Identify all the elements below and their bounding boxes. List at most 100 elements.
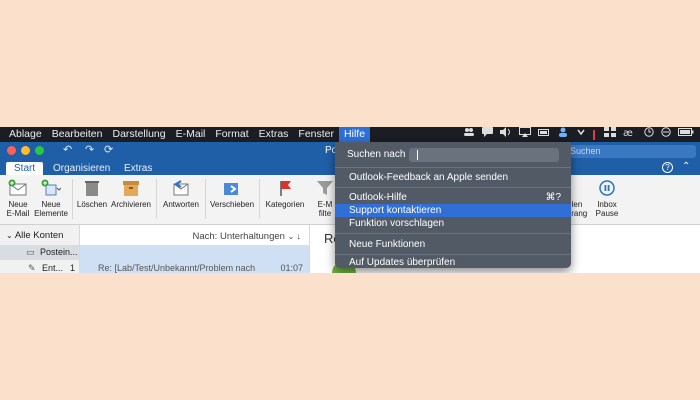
new-items-label-2: Elemente: [34, 209, 68, 218]
recording-indicator-icon: [593, 129, 595, 140]
menu-extras[interactable]: Extras: [254, 127, 294, 142]
sidebar-item-inbox[interactable]: ▭ Postein...: [0, 245, 79, 260]
new-items-label-1: Neue: [41, 200, 61, 209]
message-subject: Re: [Lab/Test/Unbekannt/Problem nach: [98, 263, 256, 273]
send-receive-icon[interactable]: ⟳: [104, 143, 113, 156]
chevron-down-icon: ⌄: [6, 231, 13, 240]
menu-item-label: Outlook-Hilfe: [349, 192, 407, 203]
sort-direction-icon: ↓: [296, 231, 302, 241]
svg-text:æ: æ: [623, 128, 633, 137]
menu-ablage[interactable]: Ablage: [0, 127, 47, 142]
new-email-label-1: Neue: [8, 200, 28, 209]
menu-item-outlook-help[interactable]: Outlook-Hilfe ⌘?: [335, 191, 571, 204]
menu-divider: [335, 233, 571, 234]
help-search-input[interactable]: [409, 148, 559, 162]
help-search-label: Suchen nach: [347, 149, 406, 160]
menu-item-check-updates[interactable]: Auf Updates überprüfen: [335, 256, 571, 269]
grid-icon[interactable]: [604, 127, 616, 142]
categories-label: Kategorien: [265, 200, 305, 209]
email-filter-label-1: E-M: [317, 200, 333, 209]
zoom-window-button[interactable]: [35, 146, 44, 155]
folder-pane: ⌄ Alle Konten ▭ Postein... ✎ Ent... 1: [0, 225, 80, 273]
clock-icon[interactable]: [644, 127, 654, 142]
close-window-button[interactable]: [7, 146, 16, 155]
menu-item-label: Support kontaktieren: [349, 205, 442, 216]
menu-email[interactable]: E-Mail: [171, 127, 211, 142]
tab-extras[interactable]: Extras: [124, 162, 152, 175]
email-filter-label-2: filte: [318, 209, 332, 218]
new-items-icon: [41, 179, 61, 196]
ae-icon[interactable]: æ: [623, 127, 637, 142]
message-list: Nach: Unterhaltungen ⌄ ↓ Re: [Lab/Test/U…: [80, 225, 310, 273]
airplay-icon[interactable]: [519, 127, 531, 142]
tab-organisieren[interactable]: Organisieren: [53, 162, 110, 175]
archive-button[interactable]: Archivieren: [110, 179, 152, 209]
menu-darstellung[interactable]: Darstellung: [108, 127, 171, 142]
menu-item-label: Funktion vorschlagen: [349, 218, 445, 229]
partial-label-1: len: [571, 200, 583, 209]
search-input[interactable]: Suchen: [566, 145, 696, 158]
sidebar-item-label: Ent...: [42, 263, 64, 273]
menu-item-label: Auf Updates überprüfen: [349, 257, 456, 268]
help-search-row: Suchen nach: [335, 146, 571, 164]
ribbon-separator: [72, 179, 73, 219]
menu-item-label: Outlook-Feedback an Apple senden: [349, 172, 508, 183]
all-accounts-header[interactable]: ⌄ Alle Konten: [6, 230, 63, 241]
redo-icon[interactable]: ↷: [85, 143, 94, 156]
email-filter-button[interactable]: E-M filte: [314, 179, 336, 218]
flag-icon: [280, 181, 291, 196]
new-items-button[interactable]: Neue Elemente: [34, 179, 68, 218]
collapse-ribbon-icon[interactable]: ⌃: [682, 161, 690, 172]
new-email-button[interactable]: Neue E-Mail: [4, 179, 32, 218]
categories-button[interactable]: Kategorien: [262, 179, 308, 209]
sync-icon[interactable]: [661, 127, 671, 142]
sidebar-item-label: Postein...: [40, 247, 78, 257]
menu-fenster[interactable]: Fenster: [293, 127, 339, 142]
help-icon[interactable]: ?: [662, 162, 673, 173]
minimize-window-button[interactable]: [21, 146, 30, 155]
reply-label: Antworten: [162, 200, 200, 209]
chevron-down-icon: ⌄: [287, 232, 297, 241]
undo-icon[interactable]: ↶: [63, 143, 72, 156]
delete-label: Löschen: [76, 200, 108, 209]
tab-start[interactable]: Start: [6, 162, 44, 175]
text-cursor: [417, 150, 418, 160]
menu-item-whats-new[interactable]: Neue Funktionen: [335, 238, 571, 251]
delete-button[interactable]: Löschen: [76, 179, 108, 209]
inbox-pause-label-1: Inbox: [597, 200, 617, 209]
chat-icon[interactable]: [482, 127, 493, 142]
inbox-pause-button[interactable]: Inbox Pause: [593, 179, 621, 218]
battery-small-icon[interactable]: [538, 127, 550, 142]
users-icon[interactable]: [463, 127, 475, 142]
sort-label: Nach: Unterhaltungen: [192, 231, 285, 242]
sidebar-item-drafts[interactable]: ✎ Ent... 1: [0, 262, 79, 273]
inbox-pause-label-2: Pause: [595, 209, 619, 218]
menu-item-shortcut: ⌘?: [545, 192, 561, 203]
move-button[interactable]: Verschieben: [208, 179, 256, 209]
menu-divider: [335, 187, 571, 188]
filter-icon: [317, 181, 333, 195]
sort-dropdown[interactable]: Nach: Unterhaltungen ⌄ ↓: [193, 231, 302, 242]
new-email-icon: [8, 179, 27, 196]
message-time: 01:07: [280, 263, 303, 273]
battery-icon[interactable]: [678, 127, 694, 142]
all-accounts-label: Alle Konten: [14, 230, 64, 241]
menu-item-feedback[interactable]: Outlook-Feedback an Apple senden: [335, 171, 571, 184]
menu-item-contact-support[interactable]: Support kontaktieren: [335, 204, 571, 217]
inbox-icon: ▭: [26, 247, 35, 257]
ribbon-separator: [205, 179, 206, 219]
menu-item-label: Neue Funktionen: [349, 239, 426, 250]
volume-icon[interactable]: [500, 127, 512, 142]
reply-button[interactable]: Antworten: [160, 179, 202, 209]
menu-format[interactable]: Format: [210, 127, 253, 142]
chevron-down-icon[interactable]: [576, 127, 586, 142]
archive-icon: [123, 181, 139, 196]
ribbon-separator: [156, 179, 157, 219]
menu-bearbeiten[interactable]: Bearbeiten: [47, 127, 108, 142]
move-label: Verschieben: [209, 200, 255, 209]
message-row[interactable]: Re: [Lab/Test/Unbekannt/Problem nach 01:…: [80, 245, 309, 273]
menu-item-suggest-feature[interactable]: Funktion vorschlagen: [335, 217, 571, 230]
people-icon[interactable]: [557, 127, 569, 142]
menu-divider: [335, 167, 571, 168]
menu-hilfe[interactable]: Hilfe: [339, 127, 371, 142]
